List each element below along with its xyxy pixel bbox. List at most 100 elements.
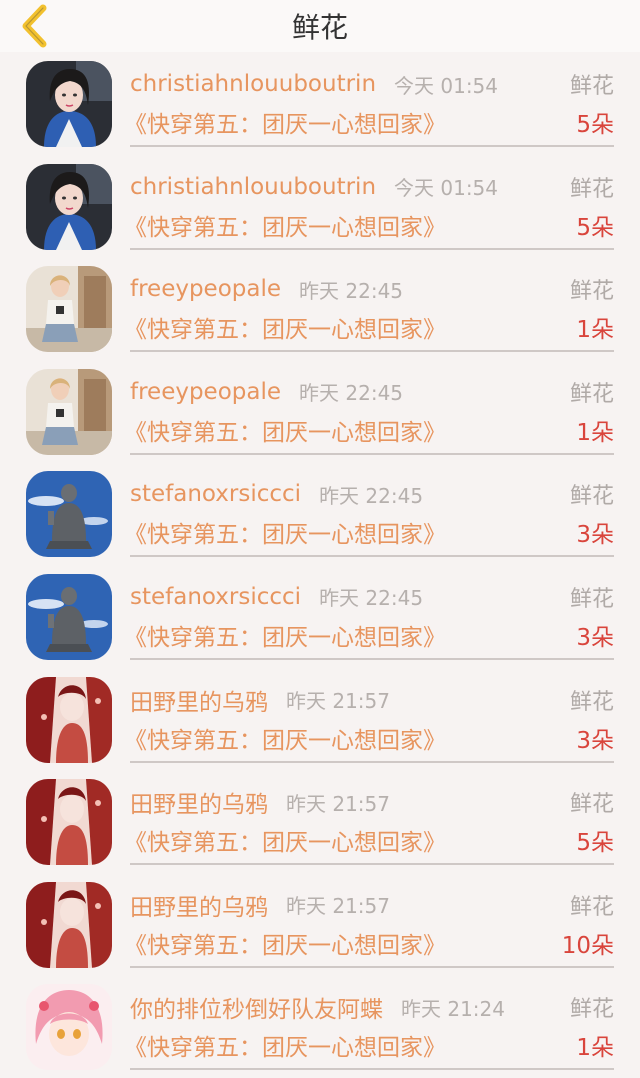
gift-type-label: 鲜花 — [569, 176, 614, 202]
list-item[interactable]: 田野里的乌鸦 昨天 21:57 鲜花 《快穿第五：团厌一心想回家》 3朵 — [0, 668, 640, 771]
record-detail: 《快穿第五：团厌一心想回家》 5朵 — [124, 104, 614, 140]
record-header: christiahnlouuboutrin 今天 01:54 鲜花 — [130, 170, 614, 204]
flower-count: 5朵 — [576, 112, 614, 138]
username[interactable]: 田野里的乌鸦 — [130, 888, 268, 922]
list-item[interactable]: 田野里的乌鸦 昨天 21:57 鲜花 《快穿第五：团厌一心想回家》 10朵 — [0, 873, 640, 976]
book-title-link[interactable]: 《快穿第五：团厌一心想回家》 — [124, 105, 446, 139]
record-detail: 《快穿第五：团厌一心想回家》 3朵 — [124, 617, 614, 653]
book-title-link[interactable]: 《快穿第五：团厌一心想回家》 — [124, 310, 446, 344]
record-info: christiahnlouuboutrin 今天 01:54 鲜花 《快穿第五：… — [124, 155, 614, 250]
avatar[interactable] — [26, 266, 112, 353]
record-info: christiahnlouuboutrin 今天 01:54 鲜花 《快穿第五：… — [124, 52, 614, 147]
username[interactable]: 你的排位秒倒好队友阿蝶 — [130, 990, 383, 1024]
chevron-left-icon — [22, 4, 47, 48]
timestamp: 昨天 22:45 — [299, 381, 404, 406]
page-title: 鲜花 — [291, 11, 348, 44]
book-title-link[interactable]: 《快穿第五：团厌一心想回家》 — [124, 1028, 446, 1062]
avatar[interactable] — [26, 163, 112, 250]
avatar[interactable] — [26, 779, 112, 866]
username[interactable]: christiahnlouuboutrin — [130, 71, 376, 97]
timestamp: 今天 01:54 — [394, 73, 499, 98]
timestamp: 昨天 21:57 — [286, 791, 390, 816]
timestamp: 今天 01:54 — [394, 176, 499, 201]
header-bar: 鲜花 — [0, 0, 640, 52]
username[interactable]: freeypeopale — [130, 379, 281, 405]
username[interactable]: christiahnlouuboutrin — [130, 174, 376, 200]
flower-count: 1朵 — [576, 317, 614, 344]
list-item[interactable]: freeypeopale 昨天 22:45 鲜花 《快穿第五：团厌一心想回家》 … — [0, 360, 640, 463]
avatar[interactable] — [26, 61, 112, 147]
book-title-link[interactable]: 《快穿第五：团厌一心想回家》 — [124, 823, 446, 857]
record-info: 田野里的乌鸦 昨天 21:57 鲜花 《快穿第五：团厌一心想回家》 3朵 — [124, 668, 614, 763]
list-item[interactable]: freeypeopale 昨天 22:45 鲜花 《快穿第五：团厌一心想回家》 … — [0, 257, 640, 360]
list-item[interactable]: stefanoxrsiccci 昨天 22:45 鲜花 《快穿第五：团厌一心想回… — [0, 462, 640, 565]
record-header: 田野里的乌鸦 昨天 21:57 鲜花 — [130, 683, 614, 717]
record-header: 你的排位秒倒好队友阿蝶 昨天 21:24 鲜花 — [130, 990, 614, 1024]
username[interactable]: stefanoxrsiccci — [130, 481, 301, 507]
record-header: christiahnlouuboutrin 今天 01:54 鲜花 — [130, 67, 614, 101]
timestamp: 昨天 21:24 — [401, 996, 505, 1021]
username[interactable]: 田野里的乌鸦 — [130, 785, 268, 819]
record-info: 田野里的乌鸦 昨天 21:57 鲜花 《快穿第五：团厌一心想回家》 5朵 — [124, 770, 614, 866]
record-detail: 《快穿第五：团厌一心想回家》 10朵 — [124, 925, 614, 961]
record-info: stefanoxrsiccci 昨天 22:45 鲜花 《快穿第五：团厌一心想回… — [124, 462, 614, 558]
username[interactable]: stefanoxrsiccci — [130, 584, 301, 610]
flower-count: 1朵 — [576, 419, 614, 446]
record-header: 田野里的乌鸦 昨天 21:57 鲜花 — [130, 785, 614, 819]
record-header: stefanoxrsiccci 昨天 22:45 鲜花 — [130, 477, 614, 511]
gift-type-label: 鲜花 — [569, 997, 614, 1023]
flower-count: 5朵 — [576, 214, 614, 241]
avatar[interactable] — [26, 471, 112, 558]
timestamp: 昨天 22:45 — [299, 278, 404, 303]
flower-record-list: christiahnlouuboutrin 今天 01:54 鲜花 《快穿第五：… — [0, 52, 640, 1078]
gift-type-label: 鲜花 — [569, 279, 614, 305]
list-item[interactable]: 田野里的乌鸦 昨天 21:57 鲜花 《快穿第五：团厌一心想回家》 5朵 — [0, 770, 640, 873]
record-header: stefanoxrsiccci 昨天 22:45 鲜花 — [130, 580, 614, 614]
avatar[interactable] — [26, 676, 112, 763]
timestamp: 昨天 22:45 — [319, 586, 424, 611]
record-header: freeypeopale 昨天 22:45 鲜花 — [130, 375, 614, 409]
flower-count: 5朵 — [576, 830, 614, 857]
list-item[interactable]: stefanoxrsiccci 昨天 22:45 鲜花 《快穿第五：团厌一心想回… — [0, 565, 640, 668]
book-title-link[interactable]: 《快穿第五：团厌一心想回家》 — [124, 721, 446, 755]
list-item[interactable]: christiahnlouuboutrin 今天 01:54 鲜花 《快穿第五：… — [0, 52, 640, 155]
timestamp: 昨天 21:57 — [286, 689, 390, 714]
avatar[interactable] — [26, 984, 112, 1071]
record-detail: 《快穿第五：团厌一心想回家》 1朵 — [124, 1027, 614, 1063]
gift-type-label: 鲜花 — [569, 894, 614, 920]
record-detail: 《快穿第五：团厌一心想回家》 3朵 — [124, 514, 614, 550]
gift-type-label: 鲜花 — [569, 484, 614, 510]
username[interactable]: 田野里的乌鸦 — [130, 683, 268, 717]
record-detail: 《快穿第五：团厌一心想回家》 1朵 — [124, 412, 614, 448]
gift-type-label: 鲜花 — [569, 586, 614, 612]
book-title-link[interactable]: 《快穿第五：团厌一心想回家》 — [124, 413, 446, 447]
flower-count: 3朵 — [576, 522, 614, 549]
flower-count: 10朵 — [561, 932, 614, 959]
avatar[interactable] — [26, 368, 112, 455]
avatar[interactable] — [26, 573, 112, 660]
record-detail: 《快穿第五：团厌一心想回家》 3朵 — [124, 720, 614, 756]
record-detail: 《快穿第五：团厌一心想回家》 5朵 — [124, 822, 614, 858]
username[interactable]: freeypeopale — [130, 276, 281, 302]
record-info: stefanoxrsiccci 昨天 22:45 鲜花 《快穿第五：团厌一心想回… — [124, 565, 614, 660]
record-detail: 《快穿第五：团厌一心想回家》 5朵 — [124, 207, 614, 243]
book-title-link[interactable]: 《快穿第五：团厌一心想回家》 — [124, 618, 446, 652]
gift-type-label: 鲜花 — [569, 74, 614, 99]
gift-type-label: 鲜花 — [569, 792, 614, 818]
list-item[interactable]: 你的排位秒倒好队友阿蝶 昨天 21:24 鲜花 《快穿第五：团厌一心想回家》 1… — [0, 975, 640, 1078]
book-title-link[interactable]: 《快穿第五：团厌一心想回家》 — [124, 208, 446, 242]
timestamp: 昨天 22:45 — [319, 483, 424, 508]
book-title-link[interactable]: 《快穿第五：团厌一心想回家》 — [124, 515, 446, 549]
flower-count: 1朵 — [576, 1035, 614, 1062]
record-info: 你的排位秒倒好队友阿蝶 昨天 21:24 鲜花 《快穿第五：团厌一心想回家》 1… — [124, 975, 614, 1071]
avatar[interactable] — [26, 881, 112, 968]
book-title-link[interactable]: 《快穿第五：团厌一心想回家》 — [124, 926, 446, 960]
gift-type-label: 鲜花 — [569, 689, 614, 715]
record-header: 田野里的乌鸦 昨天 21:57 鲜花 — [130, 888, 614, 922]
record-info: freeypeopale 昨天 22:45 鲜花 《快穿第五：团厌一心想回家》 … — [124, 257, 614, 353]
list-item[interactable]: christiahnlouuboutrin 今天 01:54 鲜花 《快穿第五：… — [0, 155, 640, 258]
flower-count: 3朵 — [576, 624, 614, 651]
timestamp: 昨天 21:57 — [286, 894, 390, 919]
gift-type-label: 鲜花 — [569, 381, 614, 407]
back-button[interactable] — [14, 4, 54, 48]
